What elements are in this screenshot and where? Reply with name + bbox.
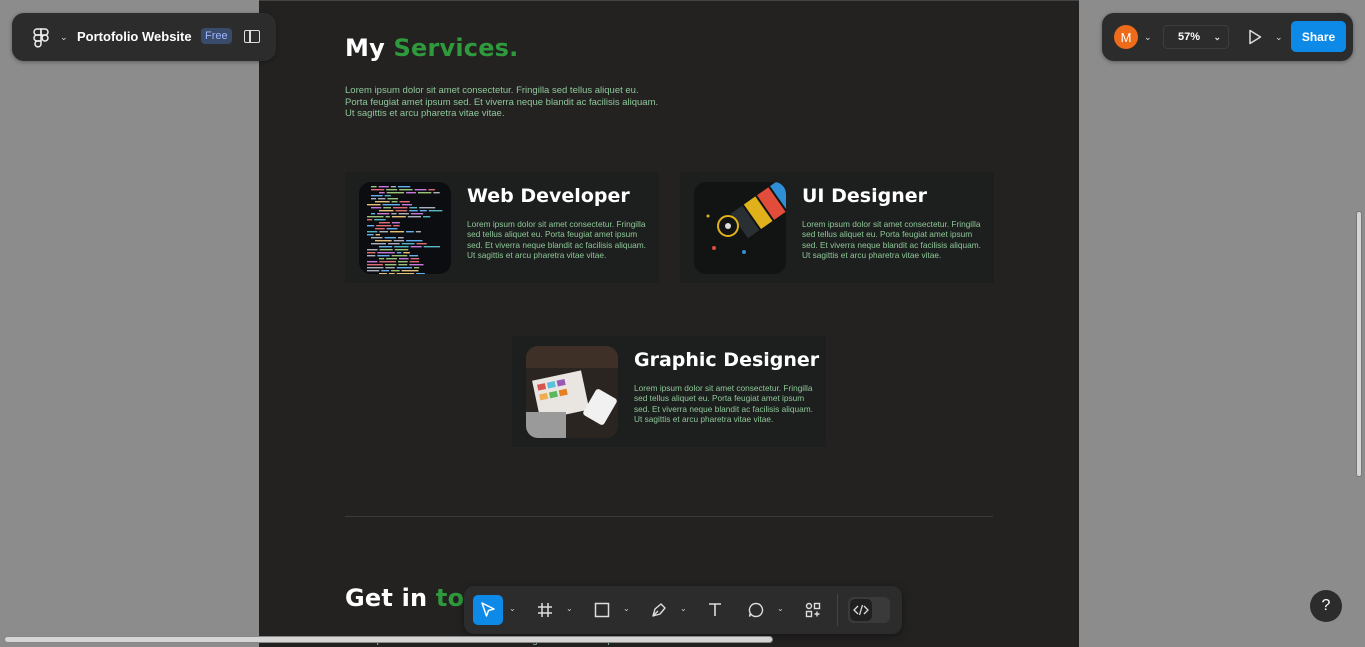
sidebar-toggle-icon[interactable]: [244, 30, 260, 43]
user-avatar[interactable]: M: [1114, 25, 1138, 49]
card-title: Graphic Designer: [634, 349, 820, 371]
file-name[interactable]: Portofolio Website: [77, 29, 192, 44]
figma-logo-icon[interactable]: [30, 27, 52, 49]
pen-nib-icon: [652, 603, 666, 617]
section-divider: [345, 516, 993, 517]
service-card-ui-designer[interactable]: UI Designer Lorem ipsum dolor sit amet c…: [680, 172, 994, 283]
present-chevron-down-icon[interactable]: ⌄: [1275, 32, 1283, 43]
services-heading: My Services.: [345, 34, 518, 62]
avatar-chevron-down-icon[interactable]: ⌄: [1144, 32, 1152, 43]
present-play-icon[interactable]: [1248, 29, 1262, 45]
shape-tool-button[interactable]: [587, 595, 617, 625]
code-brackets-icon: [850, 599, 872, 621]
share-button[interactable]: Share: [1291, 21, 1346, 52]
collab-panel: M ⌄ 57% ⌄ ⌄ Share: [1102, 13, 1353, 61]
contact-heading-text: Get in: [345, 584, 428, 612]
file-panel: ⌄ Portofolio Website Free: [12, 13, 276, 61]
comment-bubble-icon: [748, 602, 764, 618]
help-button[interactable]: ?: [1310, 590, 1342, 622]
cursor-arrow-icon: [481, 602, 495, 617]
dev-mode-toggle[interactable]: [848, 597, 890, 623]
actions-tool-button[interactable]: [798, 595, 828, 625]
contact-heading: Get in tou: [345, 584, 482, 612]
horizontal-scrollbar[interactable]: [4, 636, 773, 643]
rectangle-icon: [594, 602, 610, 618]
text-tool-button[interactable]: [700, 595, 730, 625]
vertical-scrollbar[interactable]: [1356, 211, 1362, 477]
card-description: Lorem ipsum dolor sit amet consectetur. …: [467, 219, 646, 260]
move-tool-button[interactable]: [473, 595, 503, 625]
plan-badge: Free: [201, 28, 232, 44]
components-grid-icon: [805, 602, 821, 618]
main-menu-chevron-down-icon[interactable]: ⌄: [60, 32, 68, 43]
card-description: Lorem ipsum dolor sit amet consectetur. …: [802, 219, 981, 260]
zoom-level: 57%: [1178, 31, 1201, 43]
card-title: Web Developer: [467, 185, 630, 207]
services-heading-accent: Services.: [393, 34, 519, 62]
comment-tool-button[interactable]: [741, 595, 771, 625]
code-screenshot-image: [359, 182, 451, 274]
canvas-frame[interactable]: My Services. Lorem ipsum dolor sit amet …: [259, 0, 1079, 647]
services-heading-text: My: [345, 34, 385, 62]
zoom-chevron-down-icon: ⌄: [1213, 32, 1221, 42]
frame-tool-button[interactable]: [530, 595, 560, 625]
text-t-icon: [709, 603, 721, 616]
ui-design-image: [694, 182, 786, 274]
service-card-web-developer[interactable]: Web Developer Lorem ipsum dolor sit amet…: [345, 172, 659, 283]
comment-tool-chevron-icon[interactable]: ⌄: [777, 604, 784, 613]
services-intro: Lorem ipsum dolor sit amet consectetur. …: [345, 85, 659, 119]
graphic-design-image: [526, 346, 618, 438]
pen-tool-chevron-icon[interactable]: ⌄: [680, 604, 687, 613]
tools-toolbar: ⌄ ⌄ ⌄ ⌄ ⌄: [464, 586, 902, 634]
frame-hash-icon: [538, 603, 552, 617]
frame-tool-chevron-icon[interactable]: ⌄: [566, 604, 573, 613]
move-tool-chevron-icon[interactable]: ⌄: [509, 604, 516, 613]
service-card-graphic-designer[interactable]: Graphic Designer Lorem ipsum dolor sit a…: [512, 336, 826, 447]
toolbar-separator: [837, 594, 838, 626]
card-description: Lorem ipsum dolor sit amet consectetur. …: [634, 383, 813, 424]
zoom-dropdown[interactable]: 57% ⌄: [1163, 25, 1229, 49]
pen-tool-button[interactable]: [644, 595, 674, 625]
shape-tool-chevron-icon[interactable]: ⌄: [623, 604, 630, 613]
card-title: UI Designer: [802, 185, 927, 207]
